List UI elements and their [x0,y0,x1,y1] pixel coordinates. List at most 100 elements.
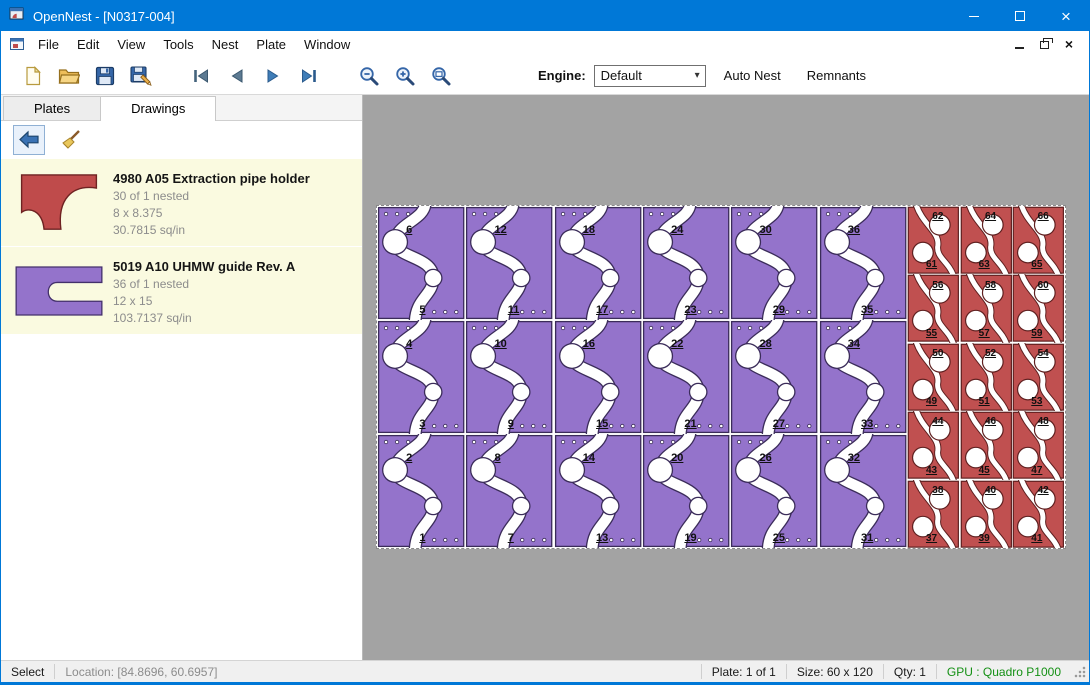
mdi-close-button[interactable]: × [1065,37,1073,51]
nest-canvas[interactable]: 6512111817242330293635431091615222128273… [363,95,1089,660]
part-number: 25 [773,533,785,544]
new-file-icon [23,66,43,86]
zoom-out-button[interactable] [351,61,387,91]
part-number: 37 [926,534,937,544]
part-number: 55 [926,329,937,339]
part-number: 41 [1031,534,1042,544]
plate[interactable]: 6512111817242330293635431091615222128273… [376,205,1066,549]
nav-last-button[interactable] [291,61,327,91]
nest-cell-red[interactable]: 4443 [907,411,960,479]
status-gpu: GPU : Quadro P1000 [937,665,1071,679]
mdi-restore-button[interactable] [1040,37,1049,52]
nest-cell-purple[interactable]: 2019 [642,434,730,548]
title-bar: OpenNest - [N0317-004] × [1,1,1089,31]
menu-item-view[interactable]: View [108,33,154,56]
nest-cell-red[interactable]: 56 55 [907,274,960,342]
part-number: 56 [932,281,943,291]
part-number: 13 [596,533,608,544]
nest-cell-red[interactable]: 5049 [907,343,960,411]
nest-cell-purple[interactable]: 1817 [554,206,642,320]
part-number: 63 [979,260,990,270]
nav-prev-button[interactable] [219,61,255,91]
remnants-button[interactable]: Remnants [799,64,874,87]
engine-select[interactable]: Default ▾ [594,65,706,87]
minimize-button[interactable] [951,1,997,31]
nest-cell-purple[interactable]: 43 [377,320,465,434]
new-button[interactable] [15,61,51,91]
drawing-title: 4980 A05 Extraction pipe holder [113,171,310,186]
menu-item-file[interactable]: File [29,33,68,56]
nest-cell-red[interactable]: 4241 [1012,480,1065,548]
part-number: 31 [861,533,873,544]
save-icon [95,66,115,86]
engine-label: Engine: [538,68,586,83]
mdi-child-icon[interactable] [9,36,25,52]
broom-icon [59,128,83,152]
nest-cell-red[interactable]: 4645 [960,411,1013,479]
menu-item-edit[interactable]: Edit [68,33,108,56]
menu-item-nest[interactable]: Nest [203,33,248,56]
close-button[interactable]: × [1043,1,1089,31]
part-number: 1 [419,533,425,544]
part-number: 50 [932,349,943,359]
nest-cell-purple[interactable]: 21 [377,434,465,548]
part-number: 4 [406,339,412,350]
nest-cell-purple[interactable]: 109 [465,320,553,434]
save-as-button[interactable] [123,61,159,91]
nest-cell-purple[interactable]: 3635 [819,206,907,320]
mdi-window-controls: × [1015,37,1081,52]
send-to-nest-button[interactable] [13,125,45,155]
sidebar-panel: PlatesDrawings [1,95,363,660]
drawing-list-item[interactable]: 4980 A05 Extraction pipe holder 30 of 1 … [1,159,362,247]
clear-drawings-button[interactable] [55,125,87,155]
menu-item-window[interactable]: Window [295,33,359,56]
nest-cell-purple[interactable]: 2221 [642,320,730,434]
drawing-size: 12 x 15 [113,294,295,308]
nest-cell-purple[interactable]: 2423 [642,206,730,320]
menu-item-plate[interactable]: Plate [247,33,295,56]
nest-cell-red[interactable]: 6261 [907,206,960,274]
nest-cell-red[interactable]: 6463 [960,206,1013,274]
tab-drawings[interactable]: Drawings [100,96,216,121]
save-button[interactable] [87,61,123,91]
nest-cell-purple[interactable]: 2625 [730,434,818,548]
nest-cell-purple[interactable]: 1615 [554,320,642,434]
part-number: 52 [985,349,996,359]
engine-group: Engine: Default ▾ [538,65,706,87]
zoom-in-button[interactable] [387,61,423,91]
menu-item-tools[interactable]: Tools [154,33,202,56]
auto-nest-button[interactable]: Auto Nest [716,64,789,87]
nav-next-button[interactable] [255,61,291,91]
nest-cell-red[interactable]: 4847 [1012,411,1065,479]
part-number: 65 [1031,260,1042,270]
part-number: 39 [979,534,990,544]
resize-grip[interactable] [1073,665,1087,679]
mdi-minimize-button[interactable] [1015,37,1024,52]
nest-cell-purple[interactable]: 3029 [730,206,818,320]
nest-cell-red[interactable]: 5453 [1012,343,1065,411]
zoom-toolbar-group [351,61,459,91]
red-parts-region: 626164636665 56 55 58576059 504952515453 4443… [907,206,1065,548]
nest-cell-red[interactable]: 3837 [907,480,960,548]
drawing-list-item[interactable]: 5019 A10 UHMW guide Rev. A 36 of 1 neste… [1,247,362,335]
nest-cell-red[interactable]: 5857 [960,274,1013,342]
part-number: 32 [848,453,860,464]
nest-cell-purple[interactable]: 1413 [554,434,642,548]
maximize-button[interactable] [997,1,1043,31]
nest-cell-red[interactable]: 5251 [960,343,1013,411]
zoom-fit-button[interactable] [423,61,459,91]
nest-cell-red[interactable]: 6059 [1012,274,1065,342]
nest-cell-purple[interactable]: 87 [465,434,553,548]
open-button[interactable] [51,61,87,91]
nest-cell-red[interactable]: 6665 [1012,206,1065,274]
zoom-out-icon [358,65,380,87]
tab-plates[interactable]: Plates [3,96,101,120]
nest-cell-purple[interactable]: 32 31 [819,434,907,548]
nav-first-button[interactable] [183,61,219,91]
next-plate-icon [263,66,283,86]
nest-cell-red[interactable]: 4039 [960,480,1013,548]
nest-cell-purple[interactable]: 2827 [730,320,818,434]
nest-cell-purple[interactable]: 3433 [819,320,907,434]
nest-cell-purple[interactable]: 1211 [465,206,553,320]
nest-cell-purple[interactable]: 65 [377,206,465,320]
